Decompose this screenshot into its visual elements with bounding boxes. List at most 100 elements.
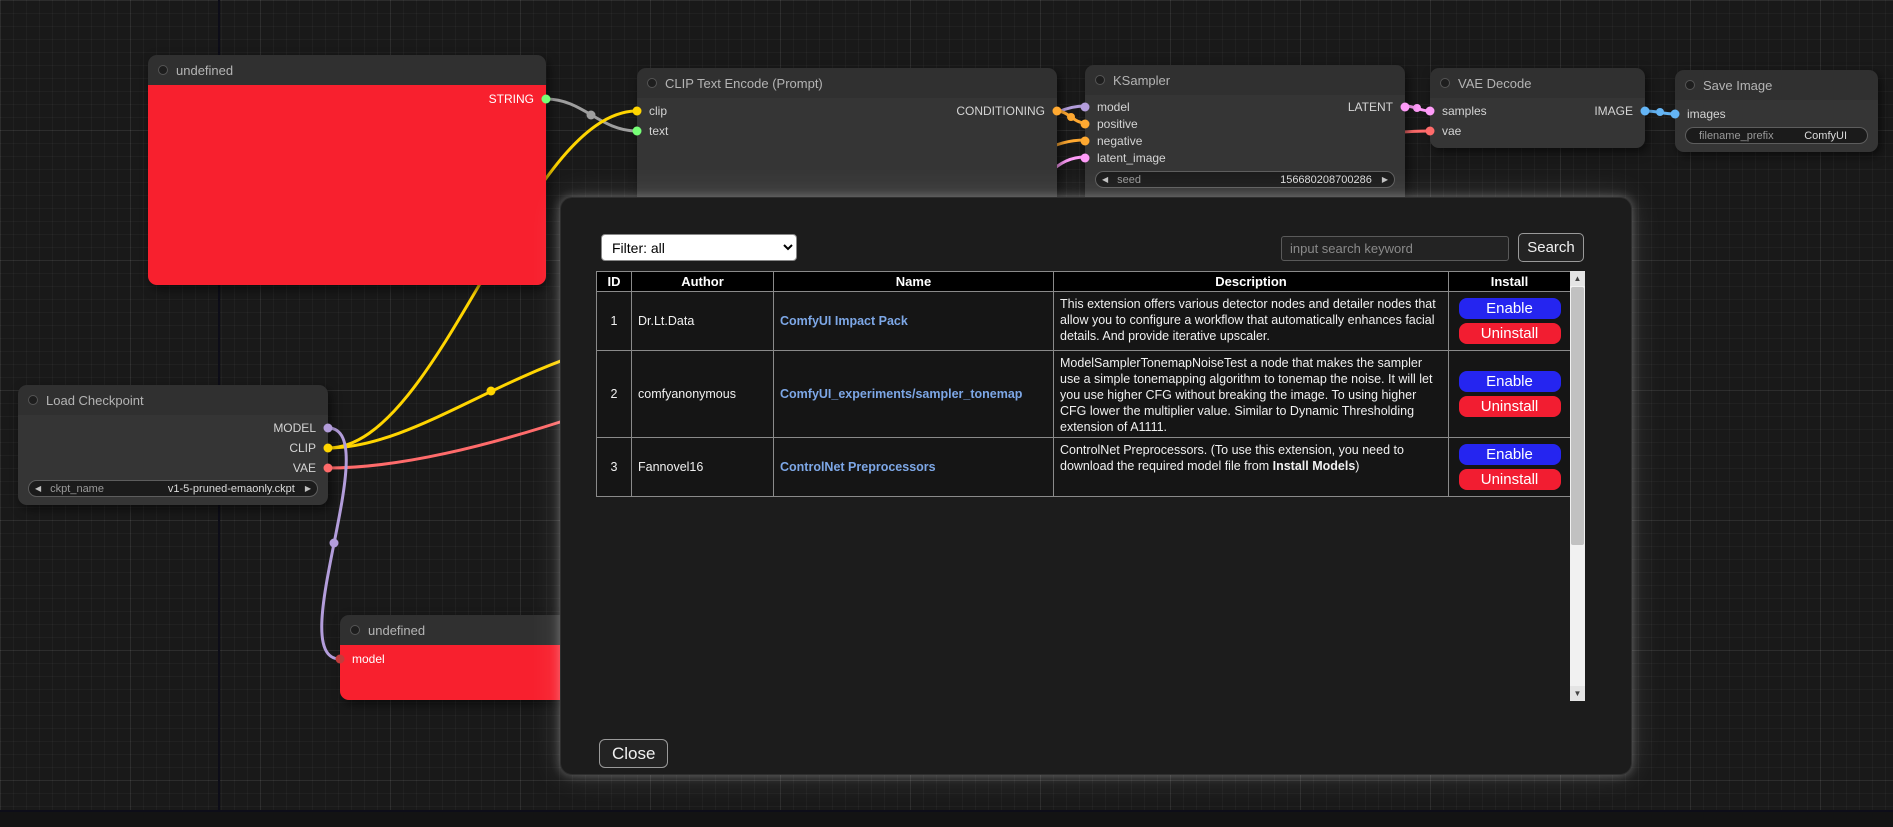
column-header-author: Author	[632, 272, 774, 292]
input-slot-model[interactable]	[1081, 102, 1090, 111]
node-title-bar[interactable]: Save Image	[1675, 70, 1878, 100]
ext-name-link[interactable]: ComfyUI_experiments/sampler_tonemap	[780, 387, 1022, 401]
node-title-bar[interactable]: undefined	[148, 55, 546, 85]
input-slot-negative[interactable]	[1081, 136, 1090, 145]
column-header-install: Install	[1449, 272, 1571, 292]
collapse-dot[interactable]	[28, 395, 38, 405]
output-slot-image[interactable]	[1641, 107, 1650, 116]
decrement-arrow-icon[interactable]: ◀	[1096, 176, 1114, 184]
ext-name-link[interactable]: ControlNet Preprocessors	[780, 460, 936, 474]
collapse-dot[interactable]	[1095, 75, 1105, 85]
desc-bold-text: Install Models	[1273, 459, 1356, 473]
uninstall-button[interactable]: Uninstall	[1459, 323, 1561, 344]
collapse-dot[interactable]	[1685, 80, 1695, 90]
custom-nodes-manager-dialog: Filter: all Search ID Author Name Descri…	[560, 197, 1632, 775]
close-button[interactable]: Close	[599, 739, 668, 768]
node-title-bar[interactable]: CLIP Text Encode (Prompt)	[637, 68, 1057, 98]
filter-select[interactable]: Filter: all	[601, 234, 797, 261]
seed-widget[interactable]: ◀ seed 156680208700286 ▶	[1095, 171, 1395, 188]
scrollbar-thumb[interactable]	[1571, 287, 1584, 545]
collapse-dot[interactable]	[158, 65, 168, 75]
output-label-string: STRING	[489, 92, 534, 106]
node-ksampler[interactable]: KSampler model LATENT positive negative …	[1085, 65, 1405, 215]
input-slot-clip[interactable]	[633, 107, 642, 116]
search-button[interactable]: Search	[1518, 233, 1584, 262]
node-graph-canvas[interactable]: undefined STRING CLIP Text Encode (Promp…	[0, 0, 1893, 827]
uninstall-button[interactable]: Uninstall	[1459, 396, 1561, 417]
node-title-bar[interactable]: Load Checkpoint	[18, 385, 328, 415]
input-slot-text[interactable]	[633, 127, 642, 136]
node-undefined-top[interactable]: undefined STRING	[148, 55, 546, 285]
input-slot-vae[interactable]	[1426, 127, 1435, 136]
uninstall-button[interactable]: Uninstall	[1459, 469, 1561, 490]
input-slot-positive[interactable]	[1081, 119, 1090, 128]
scroll-up-icon[interactable]: ▲	[1570, 271, 1585, 286]
node-body: images filename_prefix ComfyUI	[1675, 100, 1878, 152]
input-label-images: images	[1687, 107, 1726, 121]
column-header-description: Description	[1054, 272, 1449, 292]
output-label-vae: VAE	[293, 461, 316, 475]
output-slot-vae[interactable]	[324, 464, 333, 473]
collapse-dot[interactable]	[1440, 78, 1450, 88]
output-slot-model[interactable]	[324, 424, 333, 433]
ext-id: 2	[597, 351, 632, 438]
ckpt-name-widget[interactable]: ◀ ckpt_name v1-5-pruned-emaonly.ckpt ▶	[28, 480, 318, 497]
input-label-clip: clip	[649, 104, 667, 118]
input-slot-images[interactable]	[1671, 110, 1680, 119]
input-slot-model[interactable]	[336, 655, 345, 664]
node-load-checkpoint[interactable]: Load Checkpoint MODEL CLIP VAE ◀ ckpt_na…	[18, 385, 328, 505]
column-header-name: Name	[774, 272, 1054, 292]
input-slot-samples[interactable]	[1426, 107, 1435, 116]
extension-row: 1 Dr.Lt.Data ComfyUI Impact Pack This ex…	[597, 292, 1571, 351]
input-label-negative: negative	[1097, 134, 1142, 148]
desc-text: ModelSamplerTonemapNoiseTest a node that…	[1060, 356, 1432, 434]
ext-author: Fannovel16	[632, 438, 774, 497]
widget-name: ckpt_name	[50, 483, 104, 495]
ext-description: ModelSamplerTonemapNoiseTest a node that…	[1054, 351, 1449, 438]
output-slot-clip[interactable]	[324, 444, 333, 453]
desc-suffix-text: )	[1355, 459, 1359, 473]
widget-name: seed	[1117, 174, 1141, 186]
output-label-image: IMAGE	[1594, 104, 1633, 118]
node-title-bar[interactable]: VAE Decode	[1430, 68, 1645, 98]
output-slot-string[interactable]	[542, 95, 551, 104]
decrement-arrow-icon[interactable]: ◀	[29, 485, 47, 493]
enable-button[interactable]: Enable	[1459, 444, 1561, 465]
ext-id: 1	[597, 292, 632, 351]
collapse-dot[interactable]	[647, 78, 657, 88]
extension-row: 3 Fannovel16 ControlNet Preprocessors Co…	[597, 438, 1571, 497]
ext-description: This extension offers various detector n…	[1054, 292, 1449, 351]
output-label-conditioning: CONDITIONING	[956, 104, 1045, 118]
enable-button[interactable]: Enable	[1459, 371, 1561, 392]
node-title: Save Image	[1703, 78, 1772, 93]
filename-prefix-widget[interactable]: filename_prefix ComfyUI	[1685, 127, 1868, 144]
collapse-dot[interactable]	[350, 625, 360, 635]
increment-arrow-icon[interactable]: ▶	[299, 485, 317, 493]
node-save-image[interactable]: Save Image images filename_prefix ComfyU…	[1675, 70, 1878, 152]
increment-arrow-icon[interactable]: ▶	[1376, 176, 1394, 184]
scrollbar[interactable]: ▲ ▼	[1570, 271, 1585, 701]
output-label-model: MODEL	[273, 421, 316, 435]
node-title: undefined	[368, 623, 425, 638]
node-title: VAE Decode	[1458, 76, 1531, 91]
output-slot-latent[interactable]	[1401, 102, 1410, 111]
node-body: MODEL CLIP VAE ◀ ckpt_name v1-5-pruned-e…	[18, 415, 328, 505]
scroll-down-icon[interactable]: ▼	[1570, 686, 1585, 701]
input-label-vae: vae	[1442, 124, 1461, 138]
input-label-samples: samples	[1442, 104, 1487, 118]
table-header-row: ID Author Name Description Install	[597, 272, 1571, 292]
node-title: KSampler	[1113, 73, 1170, 88]
extension-list: ID Author Name Description Install 1 Dr.…	[596, 271, 1585, 701]
node-body: STRING	[148, 85, 546, 285]
node-vae-decode[interactable]: VAE Decode samples IMAGE vae	[1430, 68, 1645, 148]
input-slot-latent-image[interactable]	[1081, 153, 1090, 162]
node-title-bar[interactable]: KSampler	[1085, 65, 1405, 95]
output-slot-conditioning[interactable]	[1053, 107, 1062, 116]
ext-id: 3	[597, 438, 632, 497]
ext-description: ControlNet Preprocessors. (To use this e…	[1054, 438, 1449, 497]
ext-author: comfyanonymous	[632, 351, 774, 438]
ext-name-link[interactable]: ComfyUI Impact Pack	[780, 314, 908, 328]
search-input[interactable]	[1281, 236, 1509, 261]
input-label-text: text	[649, 124, 668, 138]
enable-button[interactable]: Enable	[1459, 298, 1561, 319]
